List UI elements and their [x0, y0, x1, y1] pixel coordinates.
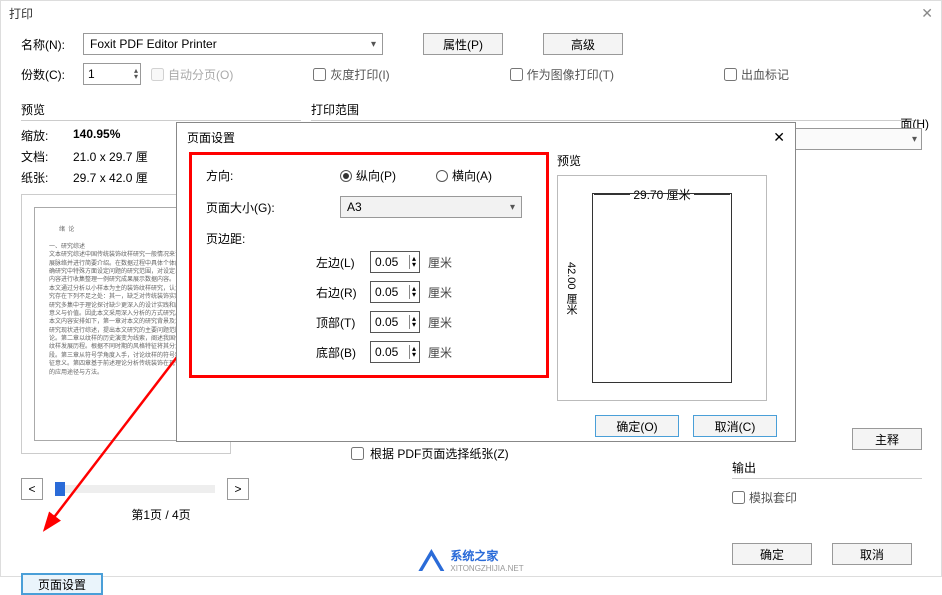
chevron-down-icon: ▾	[912, 134, 917, 145]
grayscale-checkbox[interactable]: 灰度打印(I)	[313, 66, 389, 83]
chevron-down-icon: ▾	[371, 39, 376, 50]
properties-button[interactable]: 属性(P)	[423, 33, 503, 55]
print-options: 名称(N): Foxit PDF Editor Printer ▾ 属性(P) …	[1, 25, 941, 101]
margin-top-spinner[interactable]: 0.05▴▾	[370, 311, 420, 333]
collate-checkbox: 自动分页(O)	[151, 66, 233, 83]
printer-value: Foxit PDF Editor Printer	[90, 37, 217, 51]
page-size-label: 页面大小(G):	[206, 199, 282, 216]
output-title: 输出	[732, 459, 922, 479]
doc-size: 21.0 x 29.7 厘	[73, 148, 148, 165]
slider-handle[interactable]	[55, 482, 65, 496]
modal-cancel-button[interactable]: 取消(C)	[693, 415, 777, 437]
portrait-radio[interactable]: 纵向(P)	[340, 167, 396, 184]
height-dimension: 42.00 厘米	[564, 194, 578, 382]
dialog-title: 打印	[9, 5, 33, 21]
margin-bottom-spinner[interactable]: 0.05▴▾	[370, 341, 420, 363]
watermark-name: 系统之家	[450, 547, 523, 564]
page-size-value: A3	[347, 200, 362, 214]
margin-right-label: 右边(R)	[316, 284, 362, 301]
margin-top-label: 顶部(T)	[316, 314, 362, 331]
zoom-value: 140.95%	[73, 127, 120, 144]
paper-preview: 29.70 厘米 42.00 厘米	[557, 175, 767, 401]
paper-size: 29.7 x 42.0 厘	[73, 169, 148, 186]
page-setup-dialog: 页面设置 ✕ 方向: 纵向(P) 横向(A) 页面大小(G): A3 ▾ 页边距…	[176, 122, 796, 442]
bleed-checkbox[interactable]: 出血标记	[724, 66, 789, 83]
chevron-down-icon: ▾	[510, 202, 515, 213]
modal-preview-label: 预览	[557, 152, 783, 169]
printer-name-label: 名称(N):	[21, 36, 73, 53]
margin-bottom-label: 底部(B)	[316, 344, 362, 361]
cancel-button[interactable]: 取消	[832, 543, 912, 565]
as-image-checkbox[interactable]: 作为图像打印(T)	[510, 66, 614, 83]
annotations-button[interactable]: 主释	[852, 428, 922, 450]
page-slider[interactable]	[55, 485, 215, 493]
modal-ok-button[interactable]: 确定(O)	[595, 415, 679, 437]
auto-paper-label: 根据 PDF页面选择纸张(Z)	[370, 445, 509, 462]
simulate-checkbox[interactable]: 模拟套印	[732, 489, 797, 506]
margin-right-spinner[interactable]: 0.05▴▾	[370, 281, 420, 303]
titlebar: 打印 ✕	[1, 1, 941, 25]
output-section: 输出 模拟套印	[732, 459, 922, 507]
copies-label: 份数(C):	[21, 66, 73, 83]
margin-label: 页边距:	[206, 230, 282, 247]
auto-paper-checkbox[interactable]	[351, 447, 364, 460]
pager: < >	[21, 478, 301, 500]
ok-button[interactable]: 确定	[732, 543, 812, 565]
page-settings-group: 方向: 纵向(P) 横向(A) 页面大小(G): A3 ▾ 页边距: 左边(L)	[189, 152, 549, 378]
logo-icon	[418, 549, 444, 571]
dialog-footer: 确定 取消	[732, 543, 912, 565]
page-rect	[592, 193, 732, 383]
watermark: 系统之家 XITONGZHIJIA.NET	[418, 547, 523, 573]
page-setup-button[interactable]: 页面设置	[21, 573, 103, 595]
spinner-arrows-icon[interactable]: ▴▾	[134, 68, 138, 80]
modal-close-icon[interactable]: ✕	[773, 129, 785, 146]
page-indicator: 第1页 / 4页	[21, 506, 301, 523]
printer-select[interactable]: Foxit PDF Editor Printer ▾	[83, 33, 383, 55]
range-title: 打印范围	[311, 101, 921, 121]
orientation-label: 方向:	[206, 167, 282, 184]
copies-value: 1	[88, 67, 95, 81]
modal-title: 页面设置	[187, 129, 235, 146]
margin-left-spinner[interactable]: 0.05▴▾	[370, 251, 420, 273]
advanced-button[interactable]: 高级	[543, 33, 623, 55]
preview-title: 预览	[21, 101, 301, 121]
modal-preview: 预览 29.70 厘米 42.00 厘米	[557, 152, 783, 401]
close-icon[interactable]: ✕	[921, 5, 933, 21]
watermark-url: XITONGZHIJIA.NET	[450, 564, 523, 573]
copies-spinner[interactable]: 1 ▴▾	[83, 63, 141, 85]
page-size-select[interactable]: A3 ▾	[340, 196, 522, 218]
margin-left-label: 左边(L)	[316, 254, 362, 271]
landscape-radio[interactable]: 横向(A)	[436, 167, 492, 184]
prev-page-button[interactable]: <	[21, 478, 43, 500]
next-page-button[interactable]: >	[227, 478, 249, 500]
